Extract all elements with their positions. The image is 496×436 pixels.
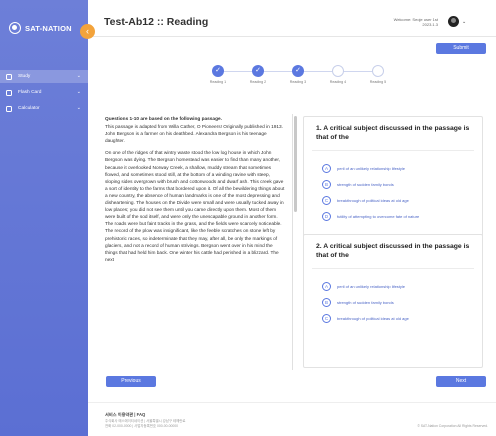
sidebar-item-label: Calculator (18, 106, 40, 111)
step-reading-1[interactable]: ✓ Reading 1 (198, 65, 238, 84)
option-radio[interactable]: C (322, 313, 331, 323)
option-text: strength of sudden family bonds (337, 181, 394, 187)
step-reading-3[interactable]: ✓ Reading 3 (278, 65, 318, 84)
sidebar-item-study[interactable]: Study ⌄ (0, 70, 88, 83)
option-radio[interactable]: A (322, 163, 331, 173)
option-text: strength of sudden family bonds (337, 299, 394, 305)
answer-option[interactable]: C breakthrough of political ideas at old… (304, 311, 482, 325)
card-icon (6, 89, 12, 96)
answer-options: A peril of an unlikely relationship life… (304, 269, 482, 325)
question-text: 2. A critical subject discussed in the p… (316, 243, 470, 259)
question-text: 1. A critical subject discussed in the p… (316, 125, 470, 141)
footer: 서비스 이용약관 | FAQ 주식회사 에스에이티네이션 | 서울특별시 강남구… (88, 402, 496, 436)
sidebar-item-calculator[interactable]: Calculator ⌄ (0, 102, 88, 115)
answer-option[interactable]: C breakthrough of political ideas at old… (304, 193, 482, 207)
sidebar: SAT-NATION Study ⌄ Flash Card ⌄ Calculat… (0, 0, 88, 436)
check-icon: ✓ (212, 65, 224, 77)
header-divider (88, 36, 496, 37)
option-text: peril of an unlikely relationship lifest… (337, 165, 406, 171)
next-button[interactable]: Next (436, 376, 486, 387)
chevron-down-icon: ⌄ (76, 105, 81, 111)
user-info: Welcome: Seoje user 1st 2023.1.3 (394, 17, 438, 27)
option-radio[interactable]: B (322, 179, 331, 189)
option-text: breakthrough of political ideas at old a… (337, 315, 409, 321)
sidebar-item-label: Study (18, 74, 31, 79)
date-text: 2023.1.3 (422, 22, 438, 27)
answer-options: A peril of an unlikely relationship life… (304, 151, 482, 223)
passage-body: On one of the ridges of that wintry wast… (105, 151, 285, 263)
passage-source: This passage is adapted from Willa Cathe… (105, 125, 283, 145)
answer-option[interactable]: A peril of an unlikely relationship life… (304, 161, 482, 175)
question-card: 1. A critical subject discussed in the p… (303, 116, 483, 246)
answer-option[interactable]: D futility of attempting to overcome fat… (304, 209, 482, 223)
footer-links[interactable]: 서비스 이용약관 | FAQ (105, 412, 145, 418)
chevron-down-icon: ⌄ (76, 89, 81, 95)
sidebar-item-label: Flash Card (18, 90, 42, 95)
brand-logo[interactable]: SAT-NATION (9, 22, 72, 34)
step-label: Reading 2 (249, 80, 267, 84)
chevron-left-icon: ‹ (86, 26, 89, 36)
option-radio[interactable]: C (322, 195, 331, 205)
footer-info-line: 전화 02-000-0000 | 사업자등록번호 000-00-00000 (105, 424, 179, 428)
option-radio[interactable]: A (322, 281, 331, 291)
step-dot (372, 65, 384, 77)
footer-copyright: © SAT-Nation Corporation All Rights Rese… (417, 424, 488, 428)
answer-option[interactable]: B strength of sudden family bonds (304, 295, 482, 309)
step-label: Reading 5 (369, 80, 387, 84)
passage-intro: Questions 1-10 are based on the followin… (105, 117, 222, 122)
sidebar-item-flash-card[interactable]: Flash Card ⌄ (0, 86, 88, 99)
passage-scrollbar[interactable] (294, 116, 297, 212)
option-text: breakthrough of political ideas at old a… (337, 197, 409, 203)
check-icon: ✓ (252, 65, 264, 77)
step-label: Reading 1 (209, 80, 227, 84)
brand-name: SAT-NATION (25, 23, 72, 33)
check-icon: ✓ (292, 65, 304, 77)
question-card: 2. A critical subject discussed in the p… (303, 234, 483, 368)
sidebar-menu: Study ⌄ Flash Card ⌄ Calculator ⌄ (0, 70, 88, 115)
option-radio[interactable]: B (322, 297, 331, 307)
previous-button[interactable]: Previous (106, 376, 156, 387)
calculator-icon (6, 105, 12, 112)
reading-passage[interactable]: Questions 1-10 are based on the followin… (105, 116, 285, 366)
step-reading-4[interactable]: Reading 4 (318, 65, 358, 84)
avatar[interactable] (448, 16, 459, 27)
submit-button[interactable]: Submit (436, 43, 486, 54)
step-label: Reading 3 (289, 80, 307, 84)
option-radio[interactable]: D (322, 211, 331, 221)
option-text: futility of attempting to overcome fate … (337, 213, 420, 219)
answer-option[interactable]: A peril of an unlikely relationship life… (304, 279, 482, 293)
progress-stepper: ✓ Reading 1 ✓ Reading 2 ✓ Reading 3 Read… (198, 64, 386, 94)
step-reading-5[interactable]: Reading 5 (358, 65, 398, 84)
book-icon (6, 73, 12, 80)
step-label: Reading 4 (329, 80, 347, 84)
logo-icon (9, 22, 21, 34)
page-title: Test-Ab12 :: Reading (104, 16, 209, 28)
chevron-down-icon[interactable]: ⌄ (462, 19, 466, 25)
footer-info: 주식회사 에스에이티네이션 | 서울특별시 강남구 테헤란로 전화 02-000… (105, 419, 185, 429)
chevron-down-icon: ⌄ (76, 73, 81, 79)
step-dot (332, 65, 344, 77)
step-reading-2[interactable]: ✓ Reading 2 (238, 65, 278, 84)
answer-option[interactable]: B strength of sudden family bonds (304, 177, 482, 191)
collapse-sidebar-button[interactable]: ‹ (80, 24, 95, 39)
passage-divider (292, 114, 293, 370)
option-text: peril of an unlikely relationship lifest… (337, 283, 406, 289)
